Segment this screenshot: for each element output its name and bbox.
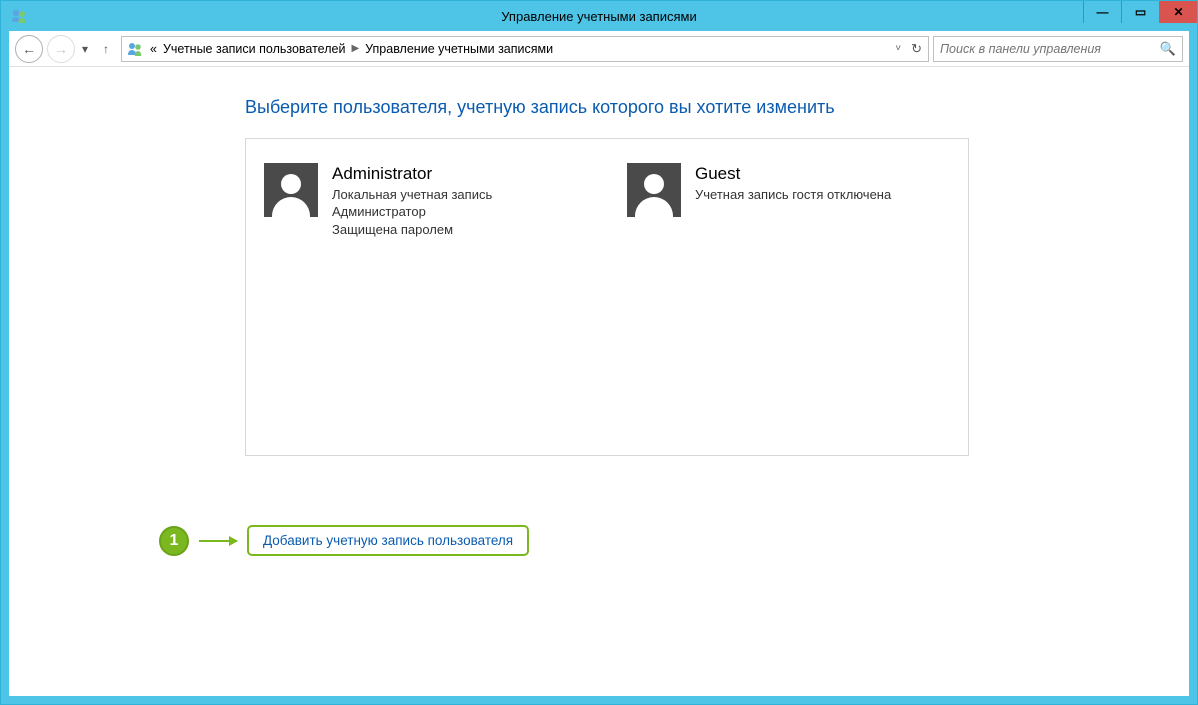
address-bar[interactable]: « Учетные записи пользователей ▶ Управле…: [121, 36, 929, 62]
close-icon: ✕: [1173, 5, 1183, 19]
user-line: Администратор: [332, 203, 492, 221]
avatar-icon: [264, 163, 318, 217]
user-line: Локальная учетная запись: [332, 186, 492, 204]
users-list: Administrator Локальная учетная запись А…: [245, 138, 969, 456]
user-meta: Administrator Локальная учетная запись А…: [332, 163, 492, 239]
minimize-button[interactable]: —: [1083, 1, 1121, 23]
annotation-row: 1 Добавить учетную запись пользователя: [159, 525, 529, 556]
close-button[interactable]: ✕: [1159, 1, 1197, 23]
back-button[interactable]: ←: [15, 35, 43, 63]
chevron-down-icon: ▾: [82, 42, 88, 56]
page-heading: Выберите пользователя, учетную запись ко…: [245, 97, 1149, 118]
annotation-badge: 1: [159, 526, 189, 556]
user-item-guest[interactable]: Guest Учетная запись гостя отключена: [627, 163, 950, 431]
user-item-administrator[interactable]: Administrator Локальная учетная запись А…: [264, 163, 587, 431]
forward-button[interactable]: →: [47, 35, 75, 63]
arrow-left-icon: ←: [22, 41, 36, 57]
annotation-arrow-icon: [199, 540, 237, 542]
breadcrumb-seg-1[interactable]: Учетные записи пользователей: [163, 42, 346, 56]
toolbar: ← → ▾ ↑ « У: [9, 31, 1189, 67]
user-name: Guest: [695, 163, 891, 186]
breadcrumb-seg-2[interactable]: Управление учетными записями: [365, 42, 553, 56]
address-dropdown-icon[interactable]: ˅: [895, 43, 901, 54]
arrow-right-icon: →: [54, 41, 68, 57]
user-line: Учетная запись гостя отключена: [695, 186, 891, 204]
arrow-up-icon: ↑: [103, 42, 109, 56]
content-area: Выберите пользователя, учетную запись ко…: [9, 67, 1189, 696]
caption-buttons: — ▭ ✕: [1083, 1, 1197, 23]
search-box[interactable]: 🔍: [933, 36, 1183, 62]
breadcrumb-prefix: «: [150, 42, 157, 56]
app-icon: [9, 6, 29, 26]
window-root: Управление учетными записями — ▭ ✕ ← → ▾: [0, 0, 1198, 705]
refresh-button[interactable]: ↻: [911, 41, 924, 57]
minimize-icon: —: [1097, 5, 1109, 19]
users-icon: [126, 40, 144, 58]
history-dropdown[interactable]: ▾: [79, 42, 91, 56]
user-meta: Guest Учетная запись гостя отключена: [695, 163, 891, 203]
titlebar: Управление учетными записями — ▭ ✕: [1, 1, 1197, 31]
chevron-right-icon: ▶: [351, 43, 359, 54]
maximize-icon: ▭: [1135, 5, 1146, 19]
add-user-link[interactable]: Добавить учетную запись пользователя: [247, 525, 529, 556]
avatar-icon: [627, 163, 681, 217]
window-body: ← → ▾ ↑ « У: [1, 31, 1197, 704]
user-line: Защищена паролем: [332, 221, 492, 239]
up-button[interactable]: ↑: [95, 38, 117, 60]
search-input[interactable]: [940, 42, 1160, 56]
maximize-button[interactable]: ▭: [1121, 1, 1159, 23]
search-icon[interactable]: 🔍: [1160, 41, 1176, 57]
user-name: Administrator: [332, 163, 492, 186]
window-title: Управление учетными записями: [1, 9, 1197, 24]
